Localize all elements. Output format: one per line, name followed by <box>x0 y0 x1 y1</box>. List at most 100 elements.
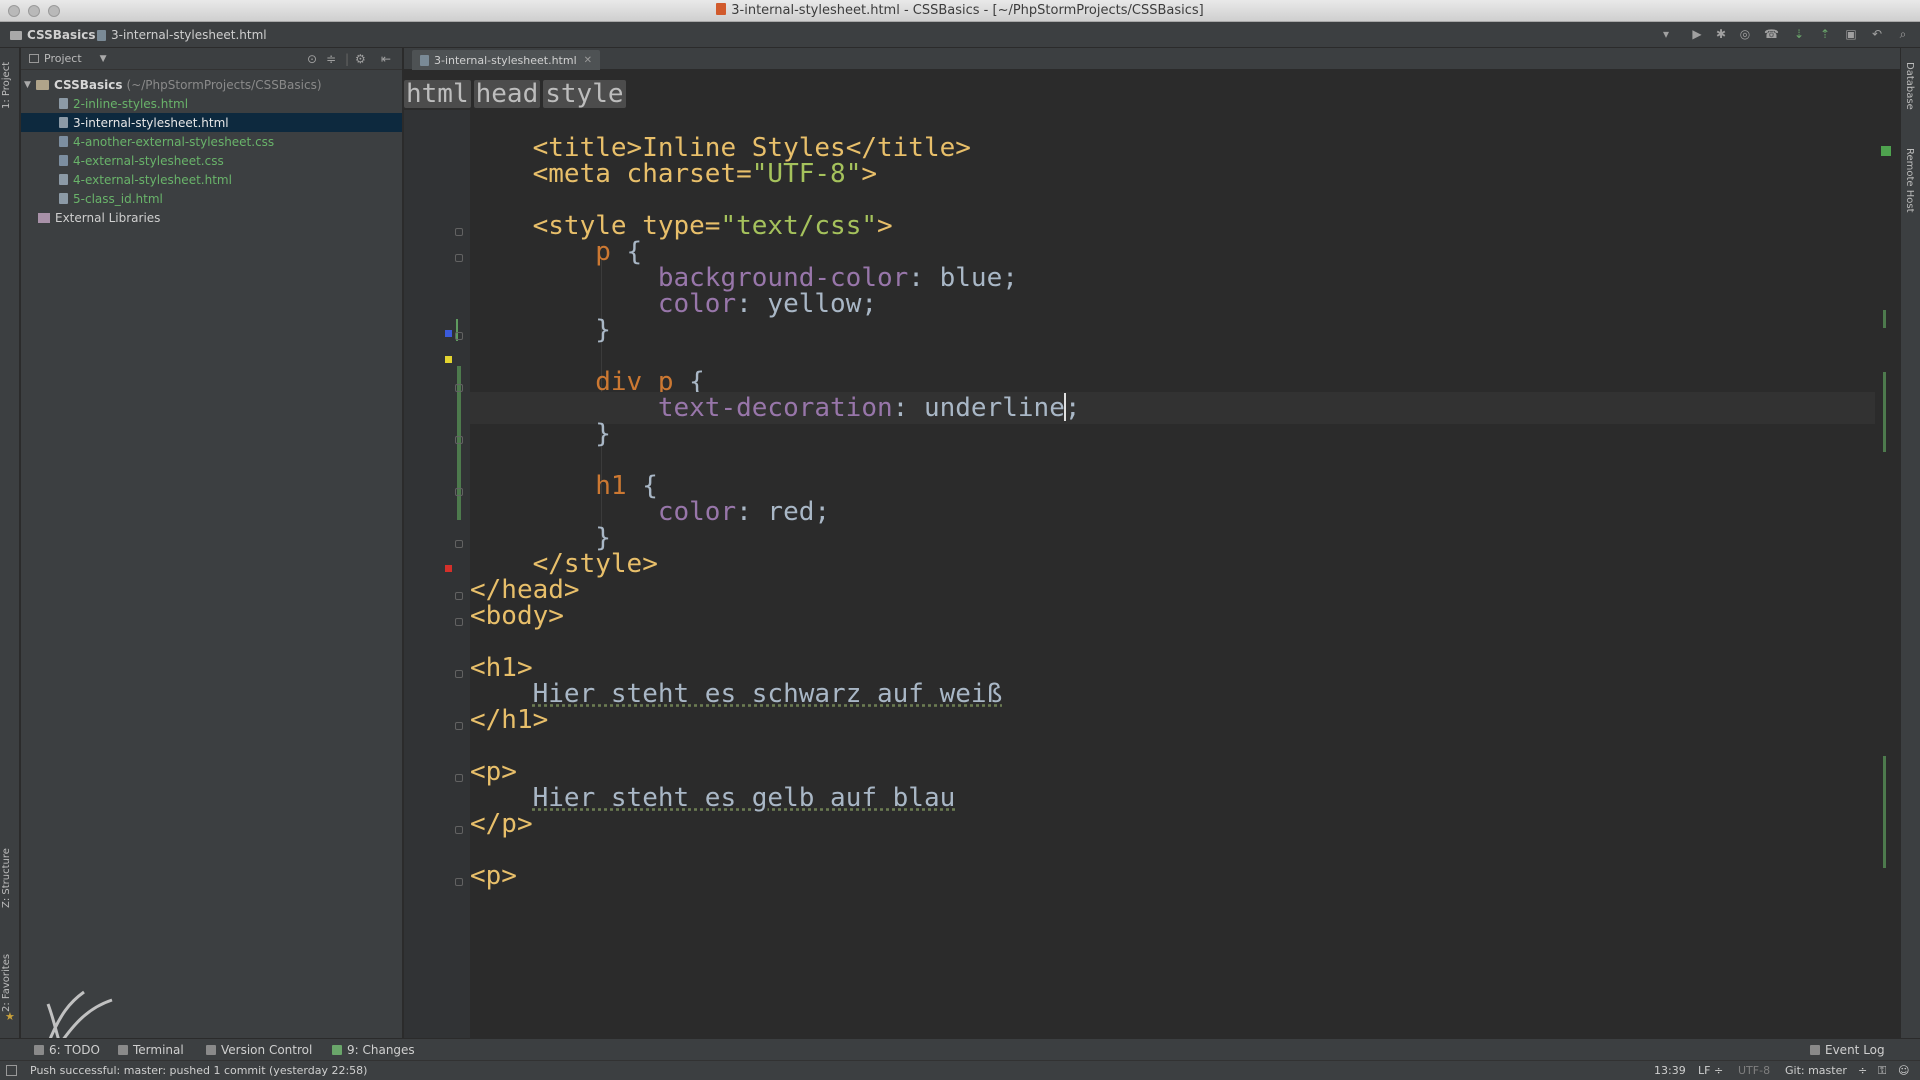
project-panel-header: Project ▼ ⊙ ≑ | ⚙ ⇤ <box>21 48 402 70</box>
lock-icon[interactable]: ⚿ <box>1878 1064 1886 1078</box>
fold-icon[interactable] <box>455 826 463 834</box>
html-file-icon <box>59 117 68 128</box>
fold-icon[interactable] <box>455 618 463 626</box>
search-icon[interactable]: ⌕ <box>1896 27 1910 41</box>
changes-icon <box>332 1045 342 1055</box>
debug-icon[interactable]: ✱ <box>1714 27 1728 41</box>
close-tab-icon[interactable]: ✕ <box>584 55 592 66</box>
color-swatch-yellow <box>445 356 452 363</box>
tree-file[interactable]: 4-another-external-stylesheet.css <box>21 132 402 151</box>
project-view-icon <box>29 54 39 63</box>
editor-panel: 3-internal-stylesheet.html ✕ html head s… <box>404 48 1900 1048</box>
compare-icon[interactable]: ▣ <box>1844 27 1858 41</box>
navigation-bar: CSSBasics› 3-internal-stylesheet.html ▾ … <box>0 22 1920 48</box>
folder-icon <box>10 30 22 40</box>
status-bar: Push successful: master: pushed 1 commit… <box>0 1060 1920 1080</box>
editor-tabs: 3-internal-stylesheet.html ✕ <box>404 48 1900 70</box>
collapse-all-icon[interactable]: ≑ <box>326 52 336 66</box>
status-message[interactable]: Push successful: master: pushed 1 commit… <box>30 1064 367 1077</box>
window-title: 3-internal-stylesheet.html - CSSBasics -… <box>0 3 1920 18</box>
todo-icon <box>34 1045 44 1055</box>
fold-icon[interactable] <box>455 774 463 782</box>
fold-icon[interactable] <box>455 488 463 496</box>
git-branch[interactable]: Git: master <box>1785 1064 1847 1077</box>
fold-icon[interactable] <box>455 592 463 600</box>
fold-icon[interactable] <box>455 384 463 392</box>
tool-tab-structure[interactable]: Z: Structure <box>1 838 19 918</box>
scroll-change-mark[interactable] <box>1883 756 1886 868</box>
vcs-update-icon[interactable]: ⇣ <box>1792 27 1806 41</box>
fold-icon[interactable] <box>455 878 463 886</box>
editor-gutter <box>404 110 470 1048</box>
color-swatch-red <box>445 565 452 572</box>
listen-debug-icon[interactable]: ☎ <box>1764 27 1779 41</box>
code-area[interactable]: 3 <title>Inline Styles</title> 4 <meta c… <box>470 110 1875 1048</box>
tree-file[interactable]: 5-class_id.html <box>21 189 402 208</box>
tool-tab-version-control[interactable]: Version Control <box>206 1043 312 1057</box>
coverage-icon[interactable]: ◎ <box>1738 27 1752 41</box>
inspector-icon[interactable]: ☺ <box>1898 1064 1909 1077</box>
vcs-commit-icon[interactable]: ⇡ <box>1818 27 1832 41</box>
run-icon[interactable]: ▶ <box>1690 27 1704 41</box>
tool-tab-project[interactable]: 1: Project <box>1 54 19 116</box>
tool-tab-remote-host[interactable]: Remote Host <box>1904 148 1915 238</box>
tool-tab-database[interactable]: Database <box>1904 62 1915 132</box>
editor-scrollbar[interactable] <box>1875 70 1900 1048</box>
html-file-icon <box>97 29 106 41</box>
breadcrumb-head[interactable]: head <box>473 80 541 108</box>
fold-icon[interactable] <box>455 254 463 262</box>
favorites-star-icon: ★ <box>5 1010 15 1023</box>
git-branch-arrow[interactable]: ÷ <box>1858 1064 1867 1077</box>
line-separator[interactable]: LF ÷ <box>1698 1064 1723 1077</box>
html-file-icon <box>420 54 429 66</box>
toggle-tool-windows-icon[interactable] <box>6 1065 17 1076</box>
project-tree: ▼ CSSBasics (~/PhpStormProjects/CSSBasic… <box>21 70 402 227</box>
scroll-change-mark[interactable] <box>1883 310 1886 328</box>
tree-file[interactable]: 4-external-stylesheet.css <box>21 151 402 170</box>
nav-crumb-project[interactable]: CSSBasics› <box>10 28 110 42</box>
terminal-icon <box>118 1045 128 1055</box>
chevron-down-icon[interactable]: ▼ <box>100 54 107 64</box>
gear-icon[interactable]: ⚙ <box>355 52 366 66</box>
ide-window: 3-internal-stylesheet.html - CSSBasics -… <box>0 0 1920 1080</box>
css-file-icon <box>59 136 68 147</box>
fold-icon[interactable] <box>455 436 463 444</box>
right-tool-strip: Database Remote Host <box>1900 48 1920 1048</box>
version-control-icon <box>206 1045 216 1055</box>
tree-file[interactable]: 2-inline-styles.html <box>21 94 402 113</box>
fold-icon[interactable] <box>455 722 463 730</box>
tool-tab-todo[interactable]: 6: TODO <box>34 1043 100 1057</box>
inspection-ok-icon[interactable] <box>1881 146 1891 156</box>
tree-file-selected[interactable]: 3-internal-stylesheet.html <box>21 113 402 132</box>
breadcrumb-style[interactable]: style <box>543 80 626 108</box>
tree-root-cssbasics[interactable]: ▼ CSSBasics (~/PhpStormProjects/CSSBasic… <box>21 75 402 94</box>
fold-icon[interactable] <box>455 332 463 340</box>
scroll-from-source-icon[interactable]: ⊙ <box>307 52 317 66</box>
tool-tab-event-log[interactable]: Event Log <box>1810 1043 1885 1057</box>
left-tool-strip: 1: Project Z: Structure 2: Favorites ★ <box>0 48 20 1048</box>
tool-tab-terminal[interactable]: Terminal <box>118 1043 184 1057</box>
revert-icon[interactable]: ↶ <box>1870 27 1884 41</box>
tree-external-libraries[interactable]: External Libraries <box>21 208 402 227</box>
html-file-icon <box>716 3 727 15</box>
caret-position[interactable]: 13:39 <box>1654 1064 1686 1077</box>
tree-file[interactable]: 4-external-stylesheet.html <box>21 170 402 189</box>
project-view-selector[interactable]: Project <box>44 52 82 65</box>
fold-icon[interactable] <box>455 540 463 548</box>
library-icon <box>38 212 50 223</box>
run-config-dropdown-icon[interactable]: ▾ <box>1659 27 1673 41</box>
tool-tab-changes[interactable]: 9: Changes <box>332 1043 415 1057</box>
nav-crumb-file[interactable]: 3-internal-stylesheet.html <box>97 28 267 42</box>
fold-icon[interactable] <box>455 228 463 236</box>
editor-tab-active[interactable]: 3-internal-stylesheet.html ✕ <box>412 50 601 70</box>
bottom-tool-bar: 6: TODO Terminal Version Control 9: Chan… <box>0 1038 1920 1060</box>
breadcrumb-html[interactable]: html <box>404 80 471 108</box>
breadcrumb: html head style <box>404 80 629 108</box>
expand-arrow-icon[interactable]: ▼ <box>24 80 36 90</box>
code-line: 31<p> <box>470 861 517 891</box>
title-bar: 3-internal-stylesheet.html - CSSBasics -… <box>0 0 1920 22</box>
fold-icon[interactable] <box>455 670 463 678</box>
file-encoding[interactable]: UTF-8 <box>1738 1064 1770 1077</box>
hide-panel-icon[interactable]: ⇤ <box>381 52 391 66</box>
scroll-change-mark[interactable] <box>1883 372 1886 452</box>
